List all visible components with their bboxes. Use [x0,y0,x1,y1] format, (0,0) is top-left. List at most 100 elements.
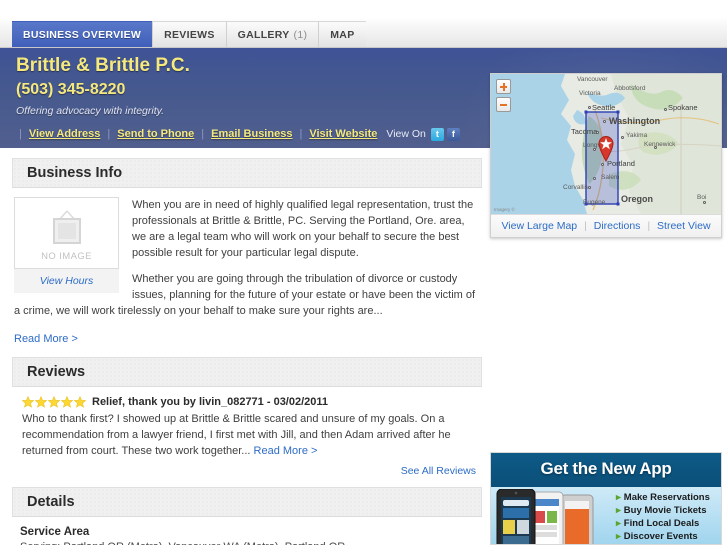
ad-bullet-label: Make Reservations [623,492,710,503]
business-profile-page: BUSINESS OVERVIEW REVIEWS GALLERY (1) MA… [0,0,727,545]
map-city-dot [601,163,604,166]
service-area-title: Service Area [20,526,90,538]
ad-bullet-item: ▸ Buy Movie Tickets [616,504,710,517]
business-info-heading: Business Info [27,165,123,181]
map-label: Oregon [621,194,654,204]
map-label: Washington [609,116,661,126]
reviews-body: Relief, thank you by livin_082771 - 03/0… [12,387,482,477]
map-label: Victoria [579,90,601,97]
tab-map[interactable]: MAP [318,21,366,47]
link-separator: | [201,128,205,140]
ad-bullet-item: ▸ Find Local Deals [616,517,710,530]
smartphones-image [496,489,594,544]
ad-bullet-list: ▸ Make Reservations ▸ Buy Movie Tickets ▸ F… [616,491,710,543]
ad-bullet-label: Discover Events [623,531,698,542]
map-zoom-in-button[interactable] [496,79,511,94]
ad-bullet-item: ▸ Discover Events [616,530,710,543]
link-separator: | [19,128,22,140]
map-label: Abbotsford [614,85,646,92]
tab-label: REVIEWS [164,28,215,41]
map-label: Vancouver [577,76,608,83]
map-label: Seattle [592,103,616,112]
review-text: Who to thank first? I showed up at Britt… [14,411,480,459]
review-title-row: Relief, thank you by livin_082771 - 03/0… [14,396,480,408]
star-icon [48,396,60,408]
star-icon [61,396,73,408]
map-label: Kennewick [644,141,676,148]
ad-bullet-label: Buy Movie Tickets [623,505,707,516]
reviews-panel: Reviews Relief, thank you by livin_08277… [12,357,482,477]
map-city-dot [588,106,591,109]
link-separator: | [299,128,303,140]
map-label: Eugene [583,199,606,206]
map-label: Yakima [626,132,648,139]
directions-link[interactable]: Directions [594,220,641,232]
reviews-header: Reviews [12,357,482,387]
tab-label: BUSINESS OVERVIEW [23,28,142,41]
map-zoom-out-button[interactable] [496,97,511,112]
details-header: Details [12,487,482,517]
service-area-value: Serving: Portland OR (Metro), Vancouver … [20,541,480,545]
arrow-icon: ▸ [616,531,621,542]
no-image-label: NO IMAGE [41,251,92,262]
star-icon [74,396,86,408]
link-separator: | [107,128,111,140]
map-link-separator: | [647,220,651,232]
map-zoom-controls[interactable] [496,79,511,115]
email-business-link[interactable]: Email Business [211,128,292,140]
facebook-icon[interactable]: f [446,127,460,141]
view-hours-button[interactable]: View Hours [14,269,119,293]
tab-bar: BUSINESS OVERVIEW REVIEWS GALLERY (1) MA… [0,0,727,48]
visit-website-link[interactable]: Visit Website [309,128,377,140]
details-body: Service Area Serving: Portland OR (Metro… [12,517,482,545]
star-icon [22,396,34,408]
map-city-dot [654,146,657,149]
tab-gallery-count: (1) [293,28,308,41]
business-tagline: Offering advocacy with integrity. [16,105,165,117]
app-promo-ad[interactable]: Get the New App ▸ Make Reservations ▸ Buy [490,452,722,545]
ad-bullet-item: ▸ Make Reservations [616,491,710,504]
twitter-glyph: t [435,128,439,139]
send-to-phone-link[interactable]: Send to Phone [117,128,194,140]
tab-label: MAP [330,28,355,41]
review-read-more-link[interactable]: Read More > [254,445,318,457]
arrow-icon: ▸ [616,492,621,503]
business-info-header: Business Info [12,158,482,188]
reviews-heading: Reviews [27,364,86,380]
map-links: View Large Map | Directions | Street Vie… [491,214,721,237]
view-address-link[interactable]: View Address [29,128,101,140]
tab-business-overview[interactable]: BUSINESS OVERVIEW [12,21,153,47]
map-label: Spokane [668,103,698,112]
see-all-reviews-link[interactable]: See All Reviews [14,459,480,477]
view-on-label: View On [386,128,426,140]
tab-gallery[interactable]: GALLERY (1) [225,21,319,47]
map-attribution: Imagery © [494,207,515,212]
map-city-dot [703,201,706,204]
details-heading: Details [27,494,75,510]
arrow-icon: ▸ [616,518,621,529]
map-location-marker[interactable] [596,134,616,162]
ad-title: Get the New App [540,459,672,478]
ad-bullet-label: Find Local Deals [623,518,700,529]
business-info-panel: Business Info NO IMAGE View Hours When y… [12,158,482,347]
tab-list: BUSINESS OVERVIEW REVIEWS GALLERY (1) MA… [12,21,366,47]
map-link-separator: | [584,220,587,232]
details-panel: Details Service Area Serving: Portland O… [12,487,482,545]
map-label: Boi [697,194,707,201]
tab-reviews[interactable]: REVIEWS [152,21,226,47]
review-title: Relief, thank you by livin_082771 - 03/0… [92,396,329,408]
no-image-placeholder: NO IMAGE [14,197,119,269]
map-canvas[interactable]: Vancouver Abbotsford Victoria Seattle Sp… [491,74,721,214]
tab-label: GALLERY [237,28,290,41]
map-label: Corvallis [563,184,588,191]
business-info-read-more-link[interactable]: Read More > [14,333,78,345]
map-city-dot [621,136,624,139]
street-view-link[interactable]: Street View [657,220,711,232]
map-city-dot [603,120,606,123]
business-action-links: | View Address | Send to Phone | Email B… [12,126,463,142]
twitter-icon[interactable]: t [430,127,444,141]
business-thumbnail-column: NO IMAGE View Hours [14,197,119,293]
map-widget[interactable]: Vancouver Abbotsford Victoria Seattle Sp… [490,73,722,238]
map-city-dot [588,186,591,189]
view-large-map-link[interactable]: View Large Map [501,220,577,232]
